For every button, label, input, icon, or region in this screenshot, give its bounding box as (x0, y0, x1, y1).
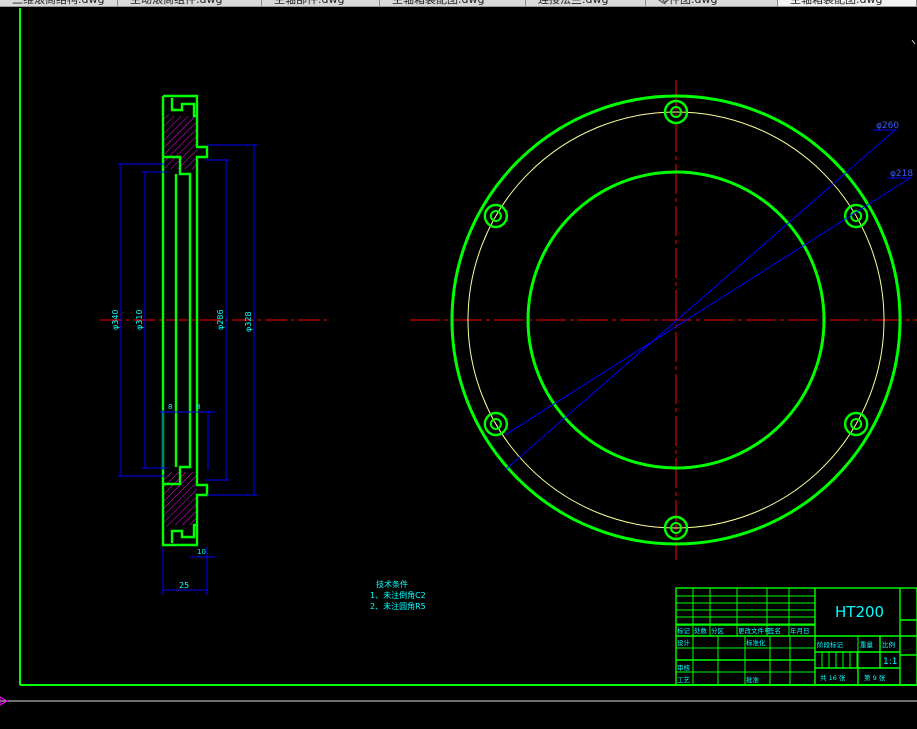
notes-title: 技术条件 (376, 579, 408, 589)
document-tab-bar: 三维滚筒结构.dwg 主动滚筒组件.dwg 主轴部件.dwg 主轴箱装配图.dw… (0, 0, 917, 7)
tb-standardize: 标准化 (746, 638, 766, 647)
tb-approve: 批准 (746, 675, 760, 684)
tb-head-count: 处数 (694, 626, 708, 635)
tab-3[interactable]: 主轴箱装配图.dwg (380, 0, 526, 6)
tab-5[interactable]: 零件图.dwg (646, 0, 778, 6)
tb-design: 设计 (677, 638, 691, 647)
tb-head-zone: 分区 (711, 626, 725, 635)
tb-head-mark: 标记 (677, 626, 691, 635)
tab-4[interactable]: 连接法兰.dwg (526, 0, 646, 6)
tb-scale: 比例 (882, 640, 895, 649)
dim-d310: φ310 (135, 309, 144, 330)
dim-d340: φ340 (111, 309, 120, 330)
tb-scale-value: 1:1 (883, 657, 897, 667)
notes-line-1: 1、未注倒角C2 (370, 590, 426, 600)
model-space-baseline (0, 696, 917, 706)
front-view[interactable]: φ260 φ218 (410, 80, 917, 560)
drawing-canvas[interactable]: φ340 φ310 φ286 φ328 8 8 10 25 φ260 φ218 … (0, 7, 917, 729)
tb-head-date: 年月日 (790, 626, 810, 635)
tb-total-sheets: 共 16 张 (820, 673, 846, 682)
dim-d286: φ286 (216, 309, 225, 330)
title-block[interactable]: HT200 标记 处数 分区 更改文件号 签名 年月日 设计 标准化 审核 工艺… (675, 587, 917, 686)
dim-d218: φ218 (890, 169, 913, 179)
tb-head-change: 更改文件号 (738, 626, 771, 635)
technical-notes[interactable]: 技术条件 1、未注倒角C2 2、未注圆角R5 (370, 579, 426, 611)
dim-width: 25 (179, 581, 189, 590)
tab-1[interactable]: 主动滚筒组件.dwg (118, 0, 262, 6)
tb-stage: 阶段标记 (817, 640, 844, 649)
notes-line-2: 2、未注圆角R5 (370, 601, 426, 611)
dim-small-1: 8 (168, 403, 172, 411)
tb-review: 审核 (677, 663, 691, 672)
tb-craft: 工艺 (677, 676, 691, 684)
drawing-frame (19, 8, 917, 686)
section-view[interactable]: φ340 φ310 φ286 φ328 8 8 10 25 (100, 94, 328, 595)
front-centerlines (410, 80, 917, 560)
tab-2[interactable]: 主轴部件.dwg (262, 0, 380, 6)
dim-d328: φ328 (244, 311, 253, 332)
tb-sheet-no: 第 9 张 (864, 673, 886, 682)
tab-0[interactable]: 三维滚筒结构.dwg (0, 0, 118, 6)
dim-d260: φ260 (876, 121, 899, 131)
dim-bottom-small: 10 (197, 548, 206, 556)
title-material: HT200 (835, 603, 884, 621)
tb-head-sign: 签名 (768, 626, 781, 635)
dim-small-2: 8 (196, 403, 200, 411)
tab-6-active[interactable]: 主轴箱装配图.dwg (778, 0, 917, 6)
tb-weight: 重量 (860, 641, 874, 649)
